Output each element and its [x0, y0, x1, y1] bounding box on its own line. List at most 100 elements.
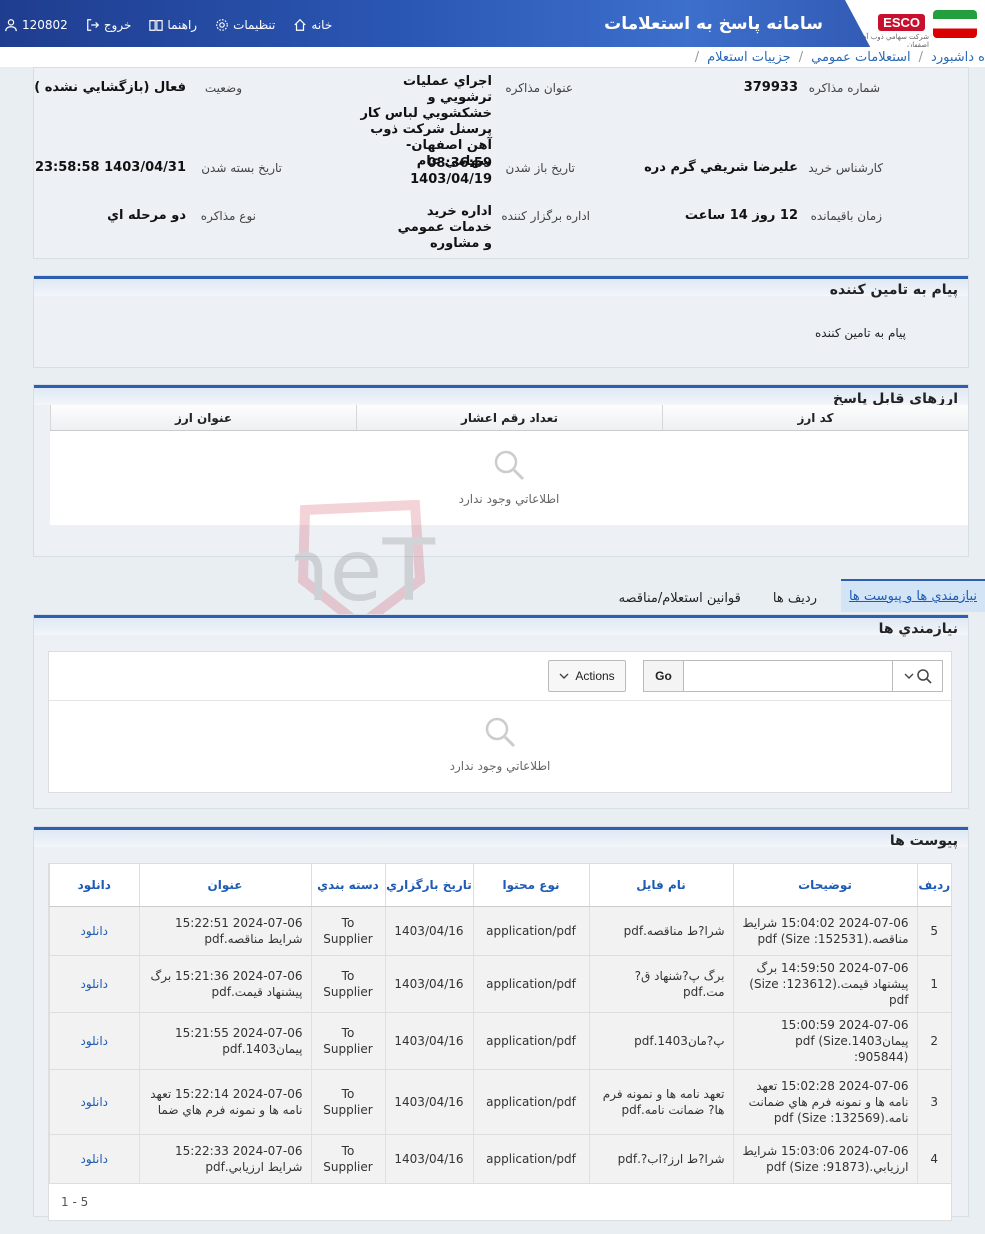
col-filename[interactable]: نام فايل [588, 864, 733, 907]
tab-needs-attachments[interactable]: نيازمندي ها و پيوست ها [840, 579, 985, 612]
tab-rules[interactable]: قوانين استعلام/مناقصه [611, 591, 749, 612]
go-button[interactable]: Go [644, 661, 684, 691]
breadcrumb-dashboard[interactable]: ه داشبورد [931, 50, 985, 65]
buyer-value: عليرضا شريفي گرم دره [644, 160, 798, 175]
book-icon [149, 20, 164, 31]
buyer-label: کارشناس خريد [808, 161, 883, 175]
actions-button[interactable]: Actions [548, 660, 626, 692]
attachments-panel: پيوست ها رديف توضيحات نام فايل نوع محتوا… [33, 826, 969, 1221]
cell-filename: شرا?ط ارز?اب?.pdf [588, 1134, 733, 1184]
cell-description: 2024-07-06 15:04:02 شرايط مناقصه.(Size :… [732, 906, 917, 956]
download-link[interactable]: دانلود [80, 977, 108, 991]
number-label: شماره مذاکره [808, 81, 880, 95]
cell-content-type: application/pdf [472, 1012, 589, 1070]
cell-upload-date: 1403/04/16 [384, 955, 473, 1013]
supplier-message-panel: پيام به تامين کننده پيام به تامين کننده [33, 275, 969, 368]
attachments-tbody: 5 2024-07-06 15:04:02 شرايط مناقصه.(Size … [49, 906, 951, 1184]
cell-title: 2024-07-06 15:21:36 برگ پيشنهاد قيمت.pdf [138, 955, 311, 1013]
open-date-value: 08:36:59 1403/04/19 [410, 156, 492, 187]
download-link[interactable]: دانلود [80, 1034, 108, 1048]
cell-row: 5 [916, 906, 951, 956]
dept-value: اداره خريد خدمات عمومي و مشاوره [397, 204, 492, 251]
needs-region: Go Actions اطلاعاتي وجود ندارد [48, 651, 952, 793]
currencies-empty-state: اطلاعاتي وجود ندارد [50, 431, 968, 506]
table-row: 2 2024-07-06 15:00:59 پيمان1403.pdf (Size… [49, 1012, 951, 1070]
col-download[interactable]: دانلود [49, 864, 139, 907]
download-link[interactable]: دانلود [80, 1152, 108, 1166]
cell-title: 2024-07-06 15:22:14 تعهد نامه ها و نمونه… [138, 1069, 311, 1135]
cell-content-type: application/pdf [472, 1069, 589, 1135]
table-row: 4 2024-07-06 15:03:06 شرايط ارزيابي.(Size… [49, 1134, 951, 1184]
cell-category: To Supplier [310, 1069, 385, 1135]
col-title[interactable]: عنوان [138, 864, 311, 907]
breadcrumb-separator: / [798, 49, 804, 65]
download-link[interactable]: دانلود [80, 1095, 108, 1109]
cell-download: دانلود [49, 906, 139, 956]
cell-filename: تعهد نامه ها و نمونه فرم ها? ضمانت نامه.… [588, 1069, 733, 1135]
logout-link[interactable]: خروج [86, 18, 132, 32]
search-input[interactable] [684, 661, 892, 691]
table-row: 1 2024-07-06 14:59:50 برگ پيشنهاد قيمت.(S… [49, 955, 951, 1013]
cell-filename: شرا?ط مناقصه.pdf [588, 906, 733, 956]
logout-icon [86, 19, 99, 31]
download-link[interactable]: دانلود [80, 924, 108, 938]
settings-link[interactable]: تنظيمات [215, 18, 275, 32]
breadcrumb-separator: / [918, 49, 924, 65]
cell-title: 2024-07-06 15:22:51 شرايط مناقصه.pdf [138, 906, 311, 956]
flag-icon [933, 10, 977, 38]
needs-divider [49, 700, 951, 701]
col-row[interactable]: رديف [916, 864, 951, 907]
cell-category: To Supplier [310, 1012, 385, 1070]
cell-download: دانلود [49, 1069, 139, 1135]
user-icon [5, 19, 17, 32]
currencies-empty-text: اطلاعاتي وجود ندارد [458, 492, 560, 506]
home-link[interactable]: خانه [293, 18, 332, 32]
cell-category: To Supplier [310, 955, 385, 1013]
col-upload-date[interactable]: تاريخ بارگزاري [384, 864, 473, 907]
esco-logo-text: ESCO [878, 14, 925, 31]
cell-description: 2024-07-06 15:03:06 شرايط ارزيابي.(Size … [732, 1134, 917, 1184]
currencies-panel: ارزهاي قابل پاسخ کد ارز تعداد رقم اعشار … [33, 384, 969, 557]
close-date-label: تاريخ بسته شدن [201, 161, 282, 175]
cell-upload-date: 1403/04/16 [384, 1134, 473, 1184]
guide-link[interactable]: راهنما [149, 18, 197, 32]
tab-rows[interactable]: رديف ها [765, 591, 825, 612]
user-menu[interactable]: 120802 [4, 18, 68, 32]
col-content-type[interactable]: نوع محتوا [472, 864, 589, 907]
cell-content-type: application/pdf [472, 955, 589, 1013]
currencies-table: کد ارز تعداد رقم اعشار عنوان ارز اطلاعات… [50, 405, 968, 525]
title-label: عنوان مذاکره [505, 81, 573, 95]
col-currency-code[interactable]: کد ارز [662, 405, 968, 430]
currencies-table-header: کد ارز تعداد رقم اعشار عنوان ارز [50, 405, 968, 431]
user-id: 120802 [22, 18, 68, 32]
needs-title: نيازمندي ها [34, 615, 968, 637]
cell-row: 3 [916, 1069, 951, 1135]
cell-category: To Supplier [310, 906, 385, 956]
tab-bar: نيازمندي ها و پيوست ها رديف ها قوانين اس… [611, 576, 985, 612]
supplier-message-title: پيام به تامين کننده [34, 276, 968, 298]
cell-download: دانلود [49, 1134, 139, 1184]
table-row: 5 2024-07-06 15:04:02 شرايط مناقصه.(Size … [49, 906, 951, 956]
remaining-label: زمان باقيمانده [810, 209, 882, 223]
attachments-title: پيوست ها [34, 827, 968, 849]
col-description[interactable]: توضيحات [732, 864, 917, 907]
search-column-selector[interactable] [892, 661, 942, 691]
search-bar: Go [643, 660, 943, 692]
col-decimal-digits[interactable]: تعداد رقم اعشار [356, 405, 662, 430]
cell-upload-date: 1403/04/16 [384, 1069, 473, 1135]
cell-upload-date: 1403/04/16 [384, 1012, 473, 1070]
col-category[interactable]: دسته بندي [310, 864, 385, 907]
breadcrumb-public-inquiries[interactable]: استعلامات عمومي [811, 50, 911, 65]
gear-icon [216, 19, 228, 31]
col-currency-title[interactable]: عنوان ارز [50, 405, 356, 430]
supplier-message-body: پيام به تامين کننده [815, 326, 906, 340]
needs-empty-state: اطلاعاتي وجود ندارد [49, 714, 951, 773]
breadcrumb: ه داشبورد / استعلامات عمومي / جزييات است… [0, 47, 985, 67]
logout-label: خروج [103, 18, 132, 32]
open-date-label: تاريخ باز شدن [505, 161, 575, 175]
cell-upload-date: 1403/04/16 [384, 906, 473, 956]
close-date-value: 1403/04/31 23:58:58 [34, 160, 186, 175]
breadcrumb-inquiry-details[interactable]: جزييات استعلام [707, 50, 791, 65]
needs-panel: نيازمندي ها Go Actions اطلاعاتي وجود ندا… [33, 614, 969, 809]
cell-description: 2024-07-06 14:59:50 برگ پيشنهاد قيمت.(Si… [732, 955, 917, 1013]
